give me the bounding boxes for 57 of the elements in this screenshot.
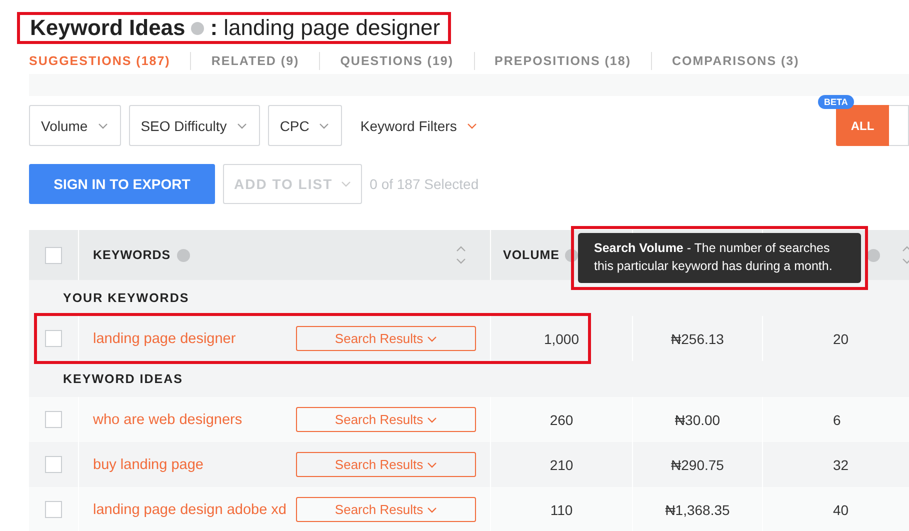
export-button[interactable]: SIGN IN TO EXPORT	[29, 164, 215, 204]
chevron-down-icon	[319, 122, 330, 128]
tab[interactable]: SUGGESTIONS (187)	[29, 52, 190, 70]
group-label: KEYWORD IDEAS	[29, 361, 909, 397]
filter-dropdown[interactable]: CPC	[268, 105, 342, 146]
tab[interactable]: COMPARISONS (3)	[651, 52, 820, 70]
volume-cell: 260	[550, 412, 574, 428]
search-results-button[interactable]: Search Results	[296, 326, 476, 351]
row-checkbox[interactable]	[45, 411, 62, 428]
keyword-link[interactable]: buy landing page	[93, 456, 204, 472]
volume-cell: 1,000	[544, 330, 580, 346]
cpc-cell: ₦30.00	[674, 412, 720, 428]
tab[interactable]: RELATED (9)	[190, 52, 320, 70]
table-cell: 20	[833, 330, 849, 346]
selection-count: 0 of 187 Selected	[370, 176, 479, 192]
caret-icon	[427, 416, 438, 422]
beta-badge: BETA	[818, 95, 854, 109]
search-results-button[interactable]: Search Results	[296, 407, 476, 432]
chevron-down-icon	[466, 122, 477, 128]
page-title: Keyword Ideas	[30, 15, 186, 41]
filter-dropdown[interactable]: Volume	[29, 105, 121, 146]
select-all-checkbox[interactable]	[45, 246, 62, 264]
column-header[interactable]: VOLUME	[503, 248, 560, 262]
search-results-button[interactable]: Search Results	[296, 452, 476, 477]
tab[interactable]: QUESTIONS (19)	[319, 52, 474, 70]
row-checkbox[interactable]	[45, 501, 62, 518]
keyword-filters-dropdown[interactable]: Keyword Filters	[350, 118, 477, 134]
row-checkbox[interactable]	[45, 330, 62, 347]
sort-icon[interactable]	[902, 245, 909, 265]
cpc-cell: ₦290.75	[671, 456, 724, 472]
chevron-down-icon	[340, 181, 351, 187]
caret-icon	[427, 336, 438, 342]
filter-dropdown[interactable]: SEO Difficulty	[128, 105, 260, 146]
cpc-cell: ₦1,368.35	[665, 502, 730, 518]
table-cell: 6	[833, 412, 841, 428]
keyword-link[interactable]: who are web designers	[93, 412, 242, 428]
volume-cell: 110	[550, 502, 573, 518]
row-checkbox[interactable]	[45, 456, 62, 473]
chevron-down-icon	[236, 122, 247, 128]
caret-icon	[427, 462, 438, 468]
title-separator: :	[210, 15, 218, 41]
caret-icon	[427, 506, 438, 512]
tab[interactable]: PREPOSITIONS (18)	[474, 52, 652, 70]
volume-cell: 210	[550, 456, 574, 472]
keyword-link[interactable]: landing page design adobe xd	[93, 502, 286, 518]
column-header[interactable]: KEYWORDS	[93, 248, 171, 262]
chevron-down-icon	[98, 122, 108, 128]
search-results-button[interactable]: Search Results	[296, 497, 476, 522]
all-button[interactable]: ALL	[836, 105, 889, 146]
toggle-segment[interactable]	[889, 105, 909, 146]
sort-icon[interactable]	[456, 245, 466, 265]
table-cell: 40	[833, 502, 849, 518]
tooltip: Search Volume - The number of searches this particular keyword has during a month.	[578, 233, 861, 283]
search-query: landing page designer	[224, 15, 440, 41]
keyword-link[interactable]: landing page designer	[93, 330, 236, 346]
cpc-cell: ₦256.13	[671, 330, 724, 346]
table-cell: 32	[833, 456, 849, 472]
